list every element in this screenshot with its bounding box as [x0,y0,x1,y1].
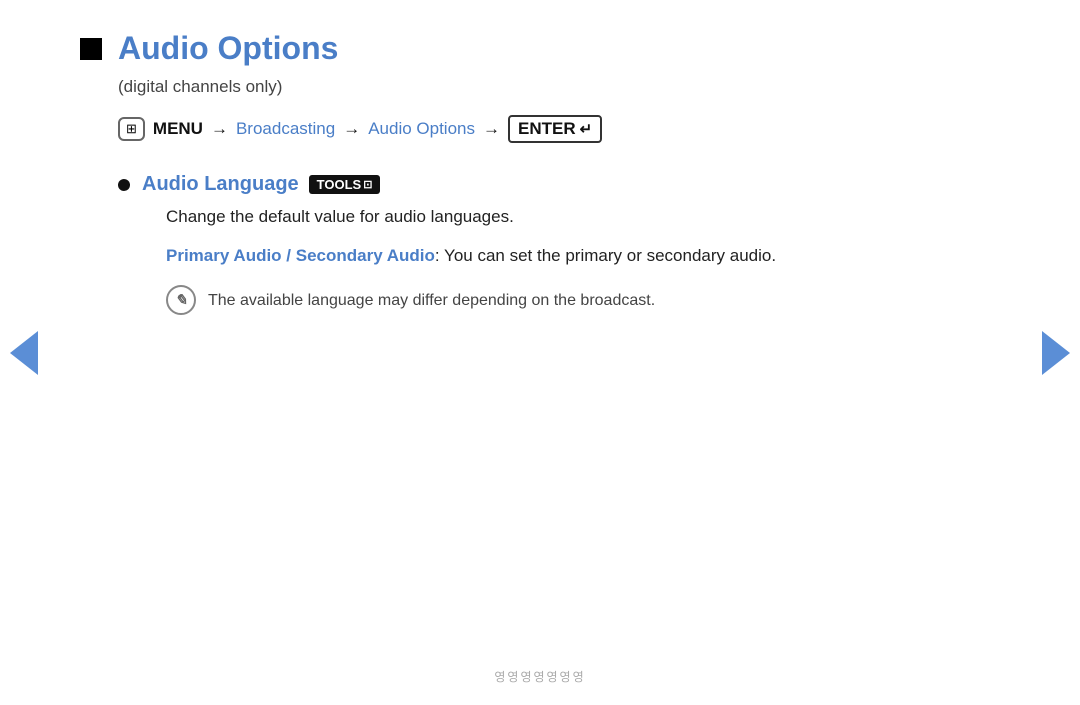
breadcrumb: ⊞ MENU → Broadcasting → Audio Options → … [118,115,880,143]
title-row: Audio Options [80,30,880,67]
tools-badge-icon: ⊡ [363,178,372,191]
audio-language-description: Change the default value for audio langu… [166,204,776,230]
breadcrumb-audio-options: Audio Options [368,119,475,139]
note-icon: ✎ [166,285,196,315]
nav-right-button[interactable] [1042,331,1070,375]
enter-button: ENTER↵ [508,115,602,143]
primary-secondary-text: Primary Audio / Secondary Audio: You can… [166,242,776,269]
subtitle: (digital channels only) [118,77,880,97]
nav-left-button[interactable] [10,331,38,375]
arrow-3: → [483,119,500,139]
main-content: Audio Options (digital channels only) ⊞ … [0,0,960,353]
title-icon [80,38,102,60]
breadcrumb-broadcasting: Broadcasting [236,119,335,139]
enter-label: ENTER [518,119,576,139]
menu-label: MENU [153,119,203,139]
audio-language-heading: Audio Language [142,173,299,196]
section-body: Audio Language TOOLS⊡ Change the default… [142,173,776,315]
tools-badge: TOOLS⊡ [309,175,381,194]
note-icon-symbol: ✎ [175,291,188,309]
primary-secondary-body: : You can set the primary or secondary a… [435,246,776,265]
menu-grid-icon: ⊞ [126,121,137,137]
section-item: Audio Language TOOLS⊡ Change the default… [118,173,880,315]
arrow-1: → [211,119,228,139]
footer-text: 영영영영영영영 [494,668,585,685]
page-title: Audio Options [118,30,338,67]
enter-arrow-icon: ↵ [580,120,593,138]
tools-badge-label: TOOLS [317,177,362,192]
note-text: The available language may differ depend… [208,285,655,313]
primary-secondary-label: Primary Audio / Secondary Audio [166,246,435,265]
arrow-2: → [343,119,360,139]
section-heading-row: Audio Language TOOLS⊡ [142,173,776,196]
menu-icon-box: ⊞ [118,117,145,141]
note-row: ✎ The available language may differ depe… [166,285,776,315]
bullet-icon [118,179,130,191]
